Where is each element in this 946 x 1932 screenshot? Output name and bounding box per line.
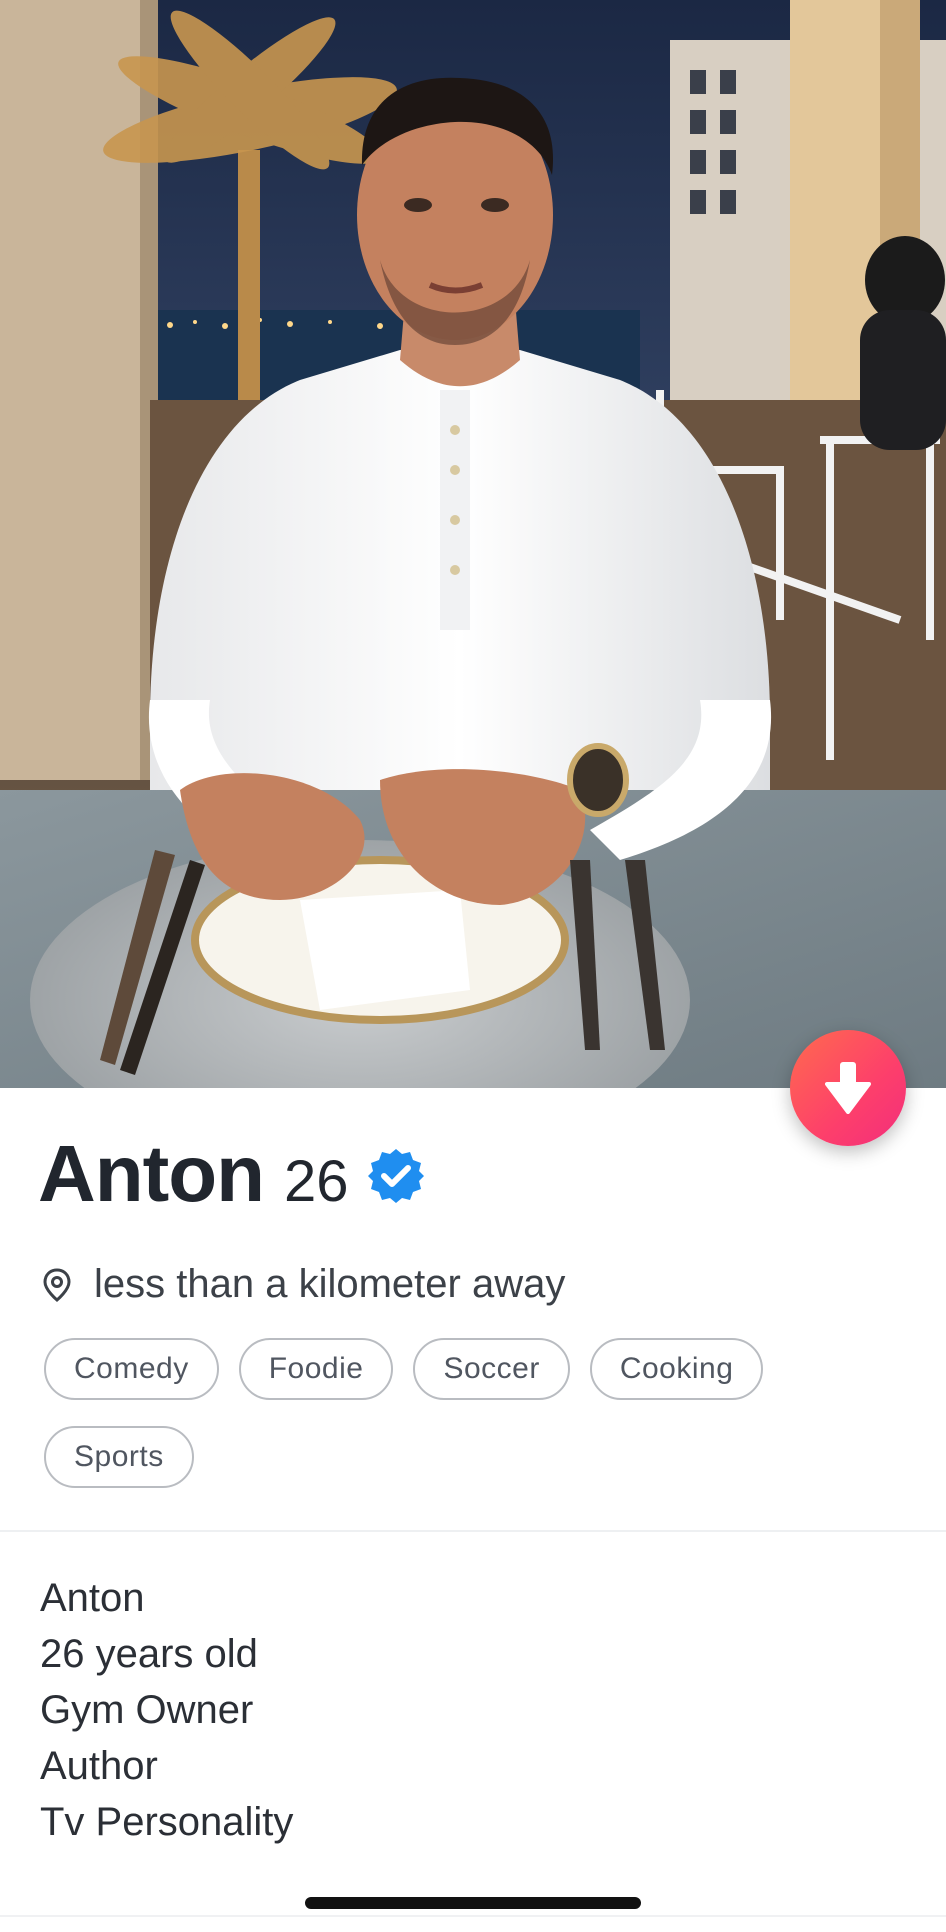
interest-tag: Comedy — [44, 1338, 219, 1400]
section-divider — [0, 1530, 946, 1532]
bio-line: 26 years old — [40, 1632, 258, 1676]
profile-photo[interactable] — [0, 0, 946, 1088]
arrow-down-icon — [825, 1062, 871, 1114]
bottom-divider — [0, 1915, 946, 1917]
profile-age: 26 — [284, 1149, 349, 1214]
interest-tags: Comedy Foodie Soccer Cooking Sports — [44, 1338, 914, 1488]
interest-tag: Cooking — [589, 1338, 764, 1400]
profile-name: Anton — [38, 1129, 265, 1218]
bio-line: Gym Owner — [40, 1688, 254, 1732]
home-indicator[interactable] — [305, 1897, 641, 1909]
interest-tag: Soccer — [413, 1338, 570, 1400]
interest-tag: Sports — [44, 1426, 194, 1488]
distance-text: less than a kilometer away — [94, 1262, 566, 1306]
bio-line: Author — [40, 1744, 158, 1788]
verified-badge-icon — [367, 1147, 425, 1210]
bio-line: Tv Personality — [40, 1800, 294, 1844]
collapse-profile-button[interactable] — [790, 1030, 906, 1146]
name-row: Anton 26 — [38, 1128, 425, 1220]
profile-photo-illustration — [0, 0, 946, 1088]
bio-section: Anton 26 years old Gym Owner Author Tv P… — [40, 1570, 293, 1850]
location-pin-icon — [43, 1267, 71, 1302]
interest-tag: Foodie — [238, 1338, 394, 1400]
bio-line: Anton — [40, 1576, 145, 1620]
distance-row: less than a kilometer away — [42, 1262, 565, 1307]
